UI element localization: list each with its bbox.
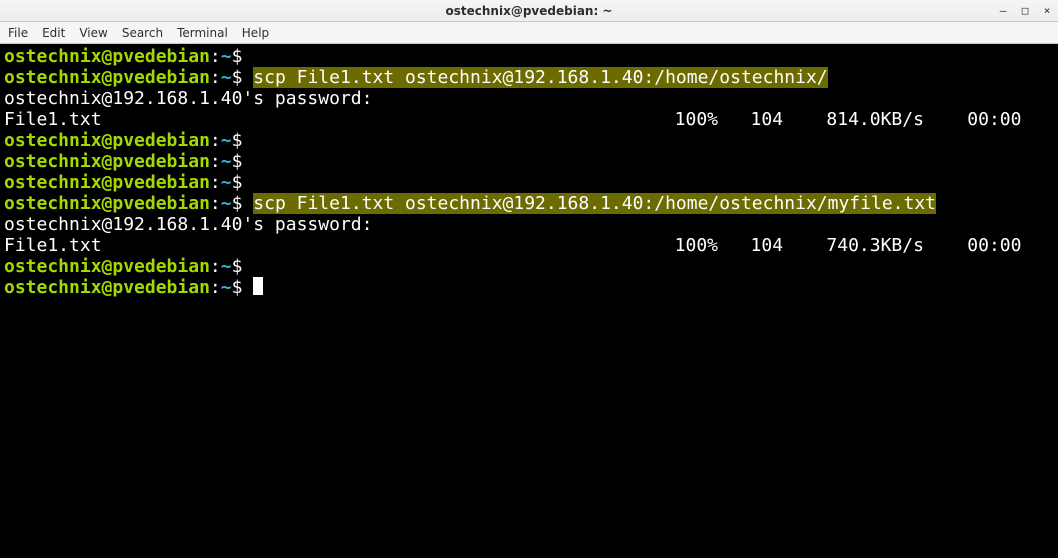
prompt-space (242, 277, 253, 298)
progress-size: 104 (751, 109, 784, 130)
progress-stats: 100% 104 814.0KB/s 00:00 (675, 109, 1054, 130)
window-buttons: – □ × (996, 0, 1054, 21)
terminal-line: ostechnix@192.168.1.40's password: (4, 214, 1054, 235)
prompt-user-host: ostechnix@pvedebian (4, 67, 210, 88)
prompt-symbol: $ (232, 193, 243, 214)
prompt-colon: : (210, 151, 221, 172)
prompt-symbol: $ (232, 130, 243, 151)
prompt-colon: : (210, 193, 221, 214)
prompt-path: ~ (221, 67, 232, 88)
terminal-line: File1.txt 100% 104 740.3KB/s 00:00 (4, 235, 1054, 256)
prompt-user-host: ostechnix@pvedebian (4, 256, 210, 277)
progress-file: File1.txt (4, 109, 102, 130)
command-text: scp File1.txt ostechnix@192.168.1.40:/ho… (253, 67, 827, 88)
prompt-colon: : (210, 46, 221, 67)
terminal-line: ostechnix@192.168.1.40's password: (4, 88, 1054, 109)
prompt-symbol: $ (232, 151, 243, 172)
prompt-path: ~ (221, 46, 232, 67)
prompt-colon: : (210, 172, 221, 193)
prompt-symbol: $ (232, 67, 243, 88)
prompt-symbol: $ (232, 256, 243, 277)
progress-speed: 814.0KB/s (826, 109, 924, 130)
prompt-colon: : (210, 130, 221, 151)
terminal-line: ostechnix@pvedebian:~$ (4, 172, 1054, 193)
prompt-space (242, 172, 253, 193)
prompt-colon: : (210, 256, 221, 277)
prompt-space (242, 46, 253, 67)
prompt-user-host: ostechnix@pvedebian (4, 46, 210, 67)
prompt-path: ~ (221, 130, 232, 151)
terminal-line: File1.txt 100% 104 814.0KB/s 00:00 (4, 109, 1054, 130)
menu-file[interactable]: File (8, 26, 28, 40)
progress-stats: 100% 104 740.3KB/s 00:00 (675, 235, 1054, 256)
prompt-symbol: $ (232, 172, 243, 193)
progress-eta: 00:00 (967, 235, 1021, 256)
terminal-line: ostechnix@pvedebian:~$ (4, 277, 1054, 298)
menu-edit[interactable]: Edit (42, 26, 65, 40)
prompt-user-host: ostechnix@pvedebian (4, 130, 210, 151)
terminal-line: ostechnix@pvedebian:~$ (4, 46, 1054, 67)
progress-pct: 100% (675, 109, 718, 130)
terminal-line: ostechnix@pvedebian:~$ (4, 151, 1054, 172)
terminal-line: ostechnix@pvedebian:~$ (4, 256, 1054, 277)
prompt-user-host: ostechnix@pvedebian (4, 172, 210, 193)
prompt-space (242, 151, 253, 172)
prompt-path: ~ (221, 256, 232, 277)
prompt-space (242, 130, 253, 151)
titlebar: ostechnix@pvedebian: ~ – □ × (0, 0, 1058, 22)
command-text: scp File1.txt ostechnix@192.168.1.40:/ho… (253, 193, 936, 214)
prompt-symbol: $ (232, 277, 243, 298)
prompt-path: ~ (221, 172, 232, 193)
maximize-button[interactable]: □ (1018, 4, 1032, 17)
progress-pct: 100% (675, 235, 718, 256)
progress-eta: 00:00 (967, 109, 1021, 130)
cursor (253, 277, 263, 295)
output-text: ostechnix@192.168.1.40's password: (4, 214, 372, 235)
progress-file: File1.txt (4, 235, 102, 256)
prompt-space (242, 67, 253, 88)
prompt-user-host: ostechnix@pvedebian (4, 193, 210, 214)
prompt-space (242, 256, 253, 277)
terminal-line: ostechnix@pvedebian:~$ (4, 130, 1054, 151)
output-text: ostechnix@192.168.1.40's password: (4, 88, 372, 109)
minimize-button[interactable]: – (996, 4, 1010, 17)
menu-terminal[interactable]: Terminal (177, 26, 228, 40)
prompt-symbol: $ (232, 46, 243, 67)
prompt-user-host: ostechnix@pvedebian (4, 151, 210, 172)
progress-size: 104 (751, 235, 784, 256)
terminal[interactable]: ostechnix@pvedebian:~$ ostechnix@pvedebi… (0, 44, 1058, 558)
menu-help[interactable]: Help (242, 26, 269, 40)
terminal-line: ostechnix@pvedebian:~$ scp File1.txt ost… (4, 67, 1054, 88)
prompt-space (242, 193, 253, 214)
progress-speed: 740.3KB/s (826, 235, 924, 256)
close-button[interactable]: × (1040, 4, 1054, 17)
menu-view[interactable]: View (79, 26, 107, 40)
prompt-path: ~ (221, 277, 232, 298)
prompt-user-host: ostechnix@pvedebian (4, 277, 210, 298)
prompt-path: ~ (221, 193, 232, 214)
prompt-colon: : (210, 67, 221, 88)
prompt-colon: : (210, 277, 221, 298)
menubar: File Edit View Search Terminal Help (0, 22, 1058, 44)
terminal-line: ostechnix@pvedebian:~$ scp File1.txt ost… (4, 193, 1054, 214)
prompt-path: ~ (221, 151, 232, 172)
menu-search[interactable]: Search (122, 26, 163, 40)
window-title: ostechnix@pvedebian: ~ (0, 4, 1058, 18)
